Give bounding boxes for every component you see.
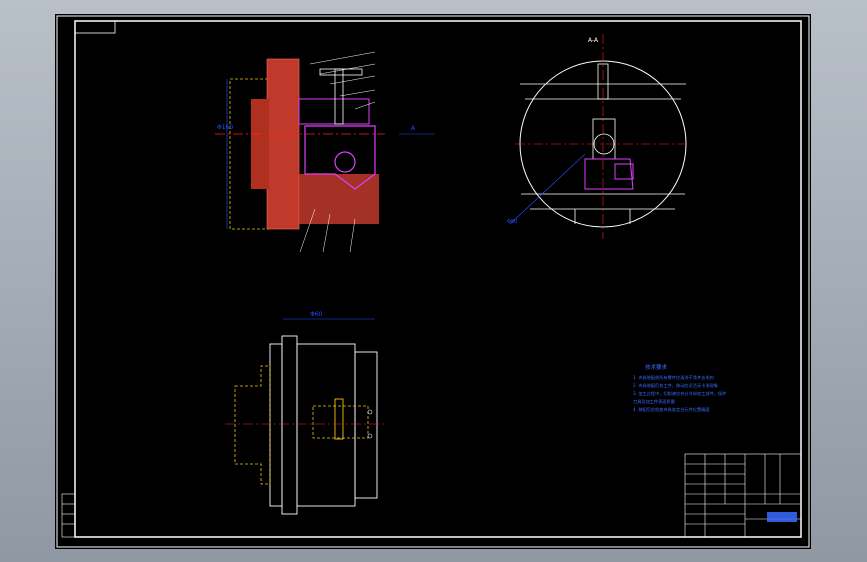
tech-req-title: 技术要求 xyxy=(645,363,668,371)
front-section-view: Φ160 A xyxy=(215,51,435,253)
drawing-svg: Φ160 A A-A Φ80 Φ60 技术要求 1. 夹具装配前所有零件应清洗干… xyxy=(56,15,810,548)
tech-req-line-4: 刀具及加工件表面质量 xyxy=(633,398,675,405)
inner-border xyxy=(74,20,802,538)
title-block xyxy=(684,453,802,538)
revision-strip xyxy=(61,493,76,538)
tech-req-line-3: 3. 加工过程中，切削液应充分冷却加工部件，保护 xyxy=(633,390,726,397)
title-stamp xyxy=(767,512,797,522)
dim-top: Φ60 xyxy=(310,311,323,318)
outer-border xyxy=(56,15,810,548)
technical-requirements: 技术要求 1. 夹具装配前所有零件应清洗干净并去毛刺 2. 夹具装配后各工件，移… xyxy=(633,363,726,413)
corner-code-box xyxy=(74,20,116,34)
plan-view: Φ60 xyxy=(225,311,385,515)
cad-viewport[interactable]: Φ160 A A-A Φ80 Φ60 技术要求 1. 夹具装配前所有零件应清洗干… xyxy=(0,0,867,562)
tech-req-line-5: 4. 装配后应检查夹具各定位元件位置精度 xyxy=(633,406,710,413)
tech-req-line-1: 1. 夹具装配前所有零件应清洗干净并去毛刺 xyxy=(633,374,714,381)
detail-view-aa: A-A Φ80 xyxy=(507,34,691,239)
dim-left: Φ160 xyxy=(217,124,233,131)
view-label: A-A xyxy=(588,37,599,44)
dim-diameter: Φ80 xyxy=(507,219,517,225)
tech-req-line-2: 2. 夹具装配后各工件，移动应灵活无卡滞现象 xyxy=(633,382,718,389)
drawing-canvas[interactable]: Φ160 A A-A Φ80 Φ60 技术要求 1. 夹具装配前所有零件应清洗干… xyxy=(55,14,811,549)
section-label: A xyxy=(411,125,416,132)
